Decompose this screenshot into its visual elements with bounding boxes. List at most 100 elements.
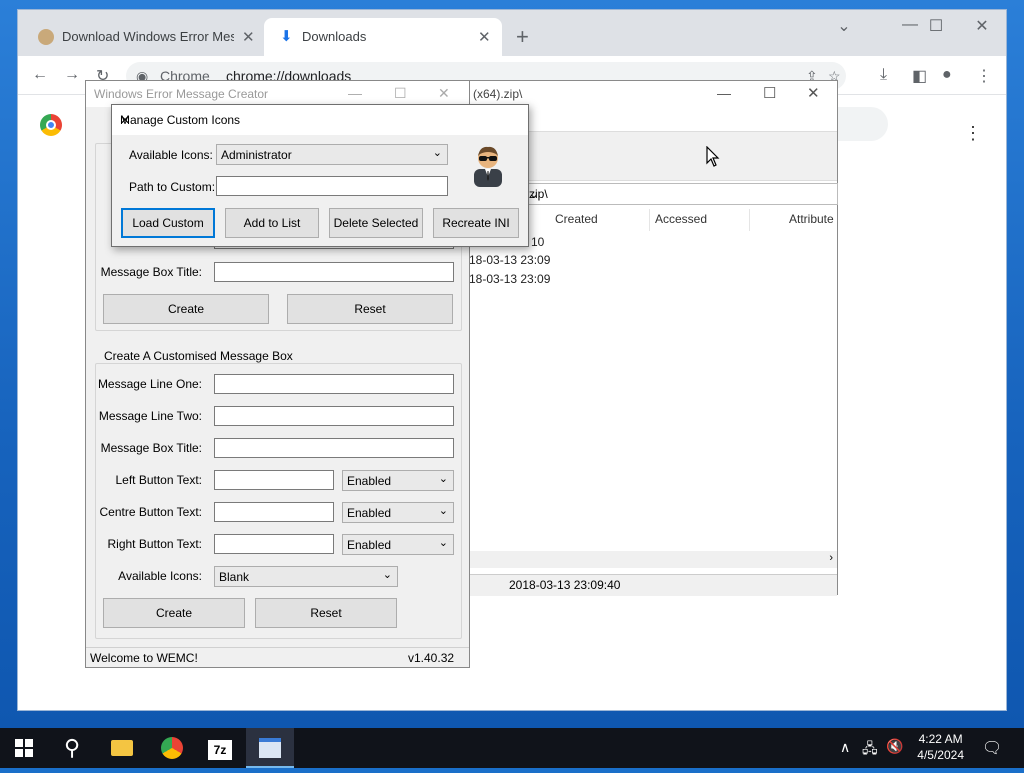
maximize-icon[interactable]: ☐	[763, 84, 776, 102]
wemc-status-bar: Welcome to WEMC! v1.40.32	[86, 647, 469, 668]
reset-custom-button[interactable]: Reset	[255, 598, 397, 628]
centre-button-text-input[interactable]	[214, 502, 334, 522]
message-line-two-label: Message Line Two:	[98, 409, 202, 423]
available-icons-label: Available Icons:	[129, 148, 213, 162]
create-custom-button[interactable]: Create	[103, 598, 245, 628]
reset-button[interactable]: Reset	[287, 294, 453, 324]
download-icon: ⬇	[280, 28, 293, 45]
wemc-taskbar-icon[interactable]	[246, 728, 294, 768]
chevron-down-icon: ⌄	[382, 569, 392, 581]
message-box-title-input[interactable]	[214, 262, 454, 282]
system-clock[interactable]: 4:22 AM 4/5/2024	[917, 731, 964, 763]
left-button-text-label: Left Button Text:	[115, 473, 202, 487]
column-accessed[interactable]: Accessed	[649, 209, 750, 231]
minimize-icon[interactable]: —	[348, 85, 362, 101]
chevron-down-icon: ⌄	[432, 147, 442, 159]
volume-muted-icon[interactable]: 🔇	[886, 738, 903, 755]
dialog-titlebar: Manage Custom Icons ✕	[112, 105, 528, 135]
downloads-icon[interactable]: ⤓	[880, 66, 887, 84]
tab-downloads[interactable]: ⬇ Downloads ✕	[264, 18, 502, 56]
message-box-title-label: Message Box Title:	[100, 265, 202, 279]
window-title: Windows Error Message Creator	[94, 87, 269, 101]
new-tab-icon[interactable]: +	[516, 24, 529, 50]
tab-title: Downloads	[302, 29, 367, 44]
side-panel-icon[interactable]: ◧	[912, 66, 927, 86]
status-timestamp: 2018-03-13 23:09:40	[509, 578, 621, 592]
message-line-one-label: Message Line One:	[97, 377, 202, 391]
available-icons-select[interactable]: Administrator ⌄	[216, 144, 448, 165]
left-button-state-select[interactable]: Enabled ⌄	[342, 470, 454, 491]
tab-strip: Download Windows Error Messa ✕ ⬇ Downloa…	[18, 10, 1006, 56]
available-icons-label: Available Icons:	[118, 569, 202, 583]
close-icon[interactable]: ✕	[438, 85, 450, 102]
path-to-custom-label: Path to Custom:	[129, 180, 216, 194]
chevron-down-icon: ⌄	[438, 505, 448, 517]
status-message: Welcome to WEMC!	[90, 651, 198, 665]
horizontal-scrollbar[interactable]: ›	[469, 551, 837, 568]
clock-date: 4/5/2024	[917, 748, 964, 762]
create-button[interactable]: Create	[103, 294, 269, 324]
right-button-text-input[interactable]	[214, 534, 334, 554]
close-icon[interactable]: ✕	[962, 16, 1002, 36]
taskbar: ⚲ 7z ∧ 🖧 🔇 4:22 AM 4/5/2024 🗨	[0, 728, 1024, 768]
close-tab-icon[interactable]: ✕	[242, 28, 255, 46]
available-icons-select[interactable]: Blank ⌄	[214, 566, 398, 587]
centre-button-text-label: Centre Button Text:	[99, 505, 202, 519]
maximize-icon[interactable]: ☐	[916, 16, 956, 36]
tab-title: Download Windows Error Messa	[62, 29, 234, 44]
mouse-cursor-icon	[706, 146, 720, 167]
chrome-taskbar-icon[interactable]	[148, 728, 196, 768]
file-row[interactable]: 18-03-13 23:09	[469, 272, 550, 286]
minimize-icon[interactable]: —	[717, 85, 731, 101]
close-icon[interactable]: ✕	[807, 84, 820, 102]
forward-icon[interactable]: →	[64, 66, 80, 84]
page-menu-icon[interactable]: ⋮	[964, 123, 982, 144]
start-windows-icon[interactable]	[0, 728, 48, 768]
tab-download-wemc[interactable]: Download Windows Error Messa ✕	[18, 18, 264, 56]
close-tab-icon[interactable]: ✕	[478, 28, 491, 46]
scroll-right-icon[interactable]: ›	[829, 552, 833, 564]
message-box-title-input[interactable]	[214, 438, 454, 458]
column-attributes[interactable]: Attribute	[749, 209, 837, 231]
custom-group-caption: Create A Customised Message Box	[102, 349, 295, 363]
right-button-state-select[interactable]: Enabled ⌄	[342, 534, 454, 555]
right-button-text-label: Right Button Text:	[107, 537, 203, 551]
column-created[interactable]: Created	[549, 209, 650, 231]
7zip-path-box[interactable]: zip\ ⌄	[524, 183, 838, 205]
file-explorer-icon[interactable]	[98, 728, 146, 768]
chrome-logo-icon	[40, 114, 62, 136]
recreate-ini-button[interactable]: Recreate INI	[433, 208, 519, 238]
7zip-title-text: (x64).zip\	[473, 87, 523, 101]
file-row[interactable]: 10	[531, 235, 544, 249]
chevron-down-icon[interactable]: ⌄	[529, 187, 833, 201]
tab-search-icon[interactable]: ⌄	[824, 16, 864, 36]
clock-time: 4:22 AM	[918, 732, 963, 746]
7zip-taskbar-icon[interactable]: 7z	[196, 728, 244, 768]
maximize-icon[interactable]: ☐	[394, 85, 407, 102]
message-line-two-input[interactable]	[214, 406, 454, 426]
profile-avatar-icon[interactable]: ●	[942, 66, 952, 84]
menu-icon[interactable]: ⋮	[976, 66, 992, 86]
message-box-title-label: Message Box Title:	[100, 441, 202, 455]
chevron-down-icon: ⌄	[438, 473, 448, 485]
message-line-one-input[interactable]	[214, 374, 454, 394]
version-label: v1.40.32	[408, 651, 455, 665]
close-icon[interactable]: ✕	[120, 113, 522, 127]
back-icon[interactable]: ←	[32, 66, 48, 84]
delete-selected-button[interactable]: Delete Selected	[329, 208, 423, 238]
site-favicon-icon	[38, 29, 54, 45]
manage-custom-icons-dialog: Manage Custom Icons ✕ Available Icons: A…	[111, 104, 529, 247]
network-icon[interactable]: 🖧	[862, 738, 878, 762]
left-button-text-input[interactable]	[214, 470, 334, 490]
file-row[interactable]: 18-03-13 23:09	[469, 253, 550, 267]
centre-button-state-select[interactable]: Enabled ⌄	[342, 502, 454, 523]
show-hidden-icons-icon[interactable]: ∧	[840, 739, 850, 756]
administrator-icon	[474, 146, 502, 187]
path-to-custom-input[interactable]	[216, 176, 448, 196]
add-to-list-button[interactable]: Add to List	[225, 208, 319, 238]
chevron-down-icon: ⌄	[438, 537, 448, 549]
notification-icon[interactable]: 🗨	[982, 738, 1002, 758]
load-custom-button[interactable]: Load Custom	[121, 208, 215, 238]
7zip-status-bar: 2018-03-13 23:09:40	[469, 574, 837, 596]
search-icon[interactable]: ⚲	[48, 728, 96, 768]
